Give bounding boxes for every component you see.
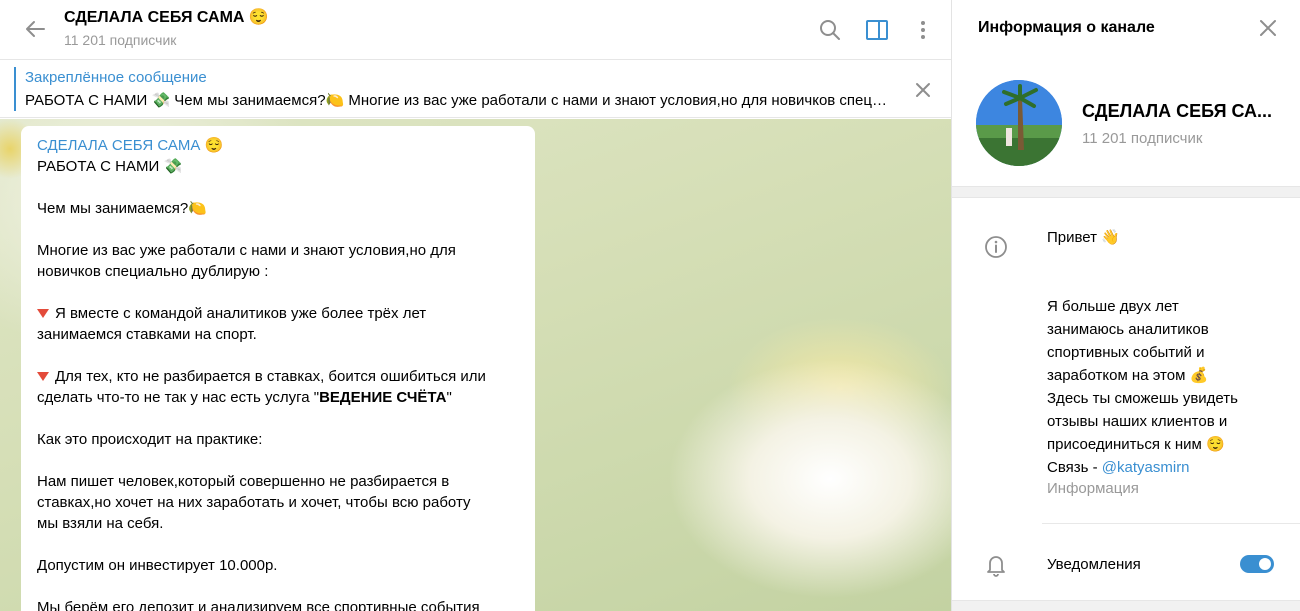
chat-panel: СДЕЛАЛА СЕБЯ САМА 😌 11 201 подписчик Зак…	[0, 0, 952, 611]
description-line: Я больше двух лет	[1047, 298, 1179, 315]
message-line: ставках,но хочет на них заработать и хоч…	[37, 494, 471, 511]
message-line: Как это происходит на практике:	[37, 431, 263, 448]
chat-title[interactable]: СДЕЛАЛА СЕБЯ САМА 😌	[64, 7, 269, 27]
message-line: РАБОТА С НАМИ 💸	[37, 158, 183, 175]
contact-prefix: Связь -	[1047, 459, 1102, 476]
bell-icon	[987, 556, 1005, 577]
message-line: Для тех, кто не разбирается в ставках, б…	[37, 366, 519, 387]
description-line: отзывы наших клиентов и	[1047, 413, 1228, 430]
description-line: Привет 👋	[1047, 229, 1120, 246]
chat-header: СДЕЛАЛА СЕБЯ САМА 😌 11 201 подписчик	[0, 0, 951, 60]
message-line: Мы берём его депозит и анализируем все с…	[37, 599, 480, 611]
section-divider	[952, 600, 1300, 611]
pinned-message-bar[interactable]: Закреплённое сообщение РАБОТА С НАМИ 💸 Ч…	[0, 60, 951, 118]
message-text: "	[446, 389, 452, 406]
separator	[1042, 523, 1300, 524]
pinned-accent-bar	[14, 67, 16, 111]
channel-description: Привет 👋 Я больше двух лет занимаюсь ана…	[1047, 226, 1287, 479]
red-triangle-icon	[37, 372, 49, 381]
red-triangle-icon	[37, 309, 49, 318]
message-line: Допустим он инвестирует 10.000р.	[37, 557, 278, 574]
back-arrow-icon[interactable]	[20, 14, 50, 44]
sidebar-toggle-icon[interactable]	[863, 16, 891, 44]
message-text: Для тех, кто не разбирается в ставках, б…	[55, 368, 486, 385]
message-line: новичков специально дублирую :	[37, 263, 269, 280]
description-line: спортивных событий и	[1047, 344, 1205, 361]
pinned-title: Закреплённое сообщение	[25, 69, 207, 86]
info-header: Информация о канале	[952, 0, 1300, 60]
message-author[interactable]: СДЕЛАЛА СЕБЯ САМА 😌	[37, 135, 519, 156]
notifications-label: Уведомления	[1047, 556, 1141, 573]
palm-tree-photo	[976, 80, 1062, 166]
message-line: Я вместе с командой аналитиков уже более…	[37, 303, 519, 324]
chat-subscriber-count: 11 201 подписчик	[64, 32, 177, 48]
toggle-knob	[1257, 556, 1273, 572]
contact-link[interactable]: @katyasmirn	[1102, 459, 1190, 476]
message-line: Чем мы занимаемся?🍋	[37, 200, 207, 217]
description-line: присоединиться к ним 😌	[1047, 436, 1225, 453]
message-line: занимаемся ставками на спорт.	[37, 326, 257, 343]
message-text: сделать что-то не так у нас есть услуга …	[37, 389, 320, 406]
message-text: Я вместе с командой аналитиков уже более…	[55, 305, 427, 322]
notifications-toggle[interactable]	[1240, 555, 1274, 573]
description-line: занимаюсь аналитиков	[1047, 321, 1209, 338]
search-icon[interactable]	[816, 16, 844, 44]
channel-name: СДЕЛАЛА СЕБЯ СА...	[1082, 101, 1273, 121]
channel-avatar[interactable]	[976, 80, 1062, 166]
section-divider	[952, 186, 1300, 198]
message-line: Нам пишет человек,который совершенно не …	[37, 473, 450, 490]
message-line: мы взяли на себя.	[37, 515, 164, 532]
channel-subscriber-count: 11 201 подписчик	[1082, 130, 1203, 147]
info-circle-icon	[985, 236, 1007, 258]
close-icon[interactable]	[1256, 16, 1280, 40]
description-line: заработком на этом 💰	[1047, 367, 1209, 384]
channel-info-panel: Информация о канале СДЕЛАЛА СЕБЯ СА... 1…	[952, 0, 1300, 611]
close-icon[interactable]	[912, 79, 934, 101]
service-name: ВЕДЕНИЕ СЧЁТА	[319, 389, 447, 406]
description-caption: Информация	[1047, 480, 1139, 497]
message-line: Многие из вас уже работали с нами и знаю…	[37, 242, 456, 259]
description-line: Здесь ты сможешь увидеть	[1047, 390, 1238, 407]
pinned-text: РАБОТА С НАМИ 💸 Чем мы занимаемся?🍋 Мног…	[25, 92, 895, 109]
message-bubble[interactable]: СДЕЛАЛА СЕБЯ САМА 😌 РАБОТА С НАМИ 💸 Чем …	[21, 126, 535, 611]
more-vertical-icon[interactable]	[909, 16, 937, 44]
info-title: Информация о канале	[978, 19, 1155, 36]
message-line: сделать что-то не так у нас есть услуга …	[37, 387, 519, 408]
description-line: Связь - @katyasmirn	[1047, 456, 1287, 479]
